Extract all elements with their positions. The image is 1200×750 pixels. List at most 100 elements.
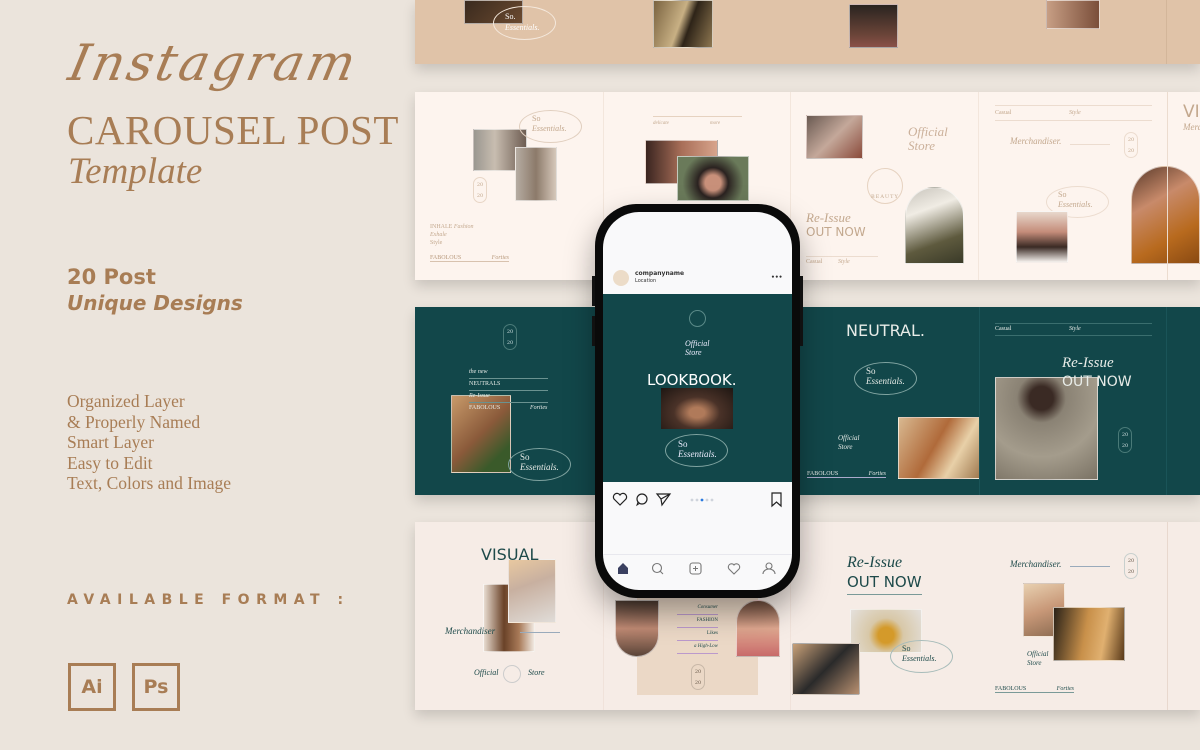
official-store: Official Store bbox=[1027, 650, 1049, 667]
beauty-logo-icon bbox=[503, 665, 521, 683]
essentials-text: Essentials. bbox=[902, 654, 937, 663]
home-icon[interactable] bbox=[618, 563, 628, 574]
out-now-text: OUT NOW bbox=[806, 225, 866, 239]
send-icon[interactable] bbox=[655, 493, 672, 507]
bookmark-icon[interactable] bbox=[771, 492, 782, 508]
feature-list: Organized Layer & Properly Named Smart L… bbox=[67, 391, 231, 494]
essentials-text: Essentials. bbox=[532, 124, 567, 133]
profile-icon[interactable] bbox=[762, 562, 776, 575]
location: Location bbox=[635, 278, 657, 284]
style-text: Style bbox=[1069, 326, 1081, 332]
casual-text: Casual bbox=[806, 259, 823, 265]
reissue-text: Re-Issue bbox=[847, 554, 903, 571]
illustrator-icon: Ai bbox=[68, 663, 116, 711]
add-icon[interactable] bbox=[689, 562, 702, 575]
unique-designs: Unique Designs bbox=[67, 291, 243, 315]
carousel-dot bbox=[690, 498, 694, 502]
essentials-text: Essentials. bbox=[520, 462, 559, 472]
merchandiser-text: Merchandiser bbox=[445, 626, 496, 636]
heart-icon[interactable] bbox=[612, 492, 628, 506]
reissue-text: Re-Issue bbox=[806, 210, 851, 225]
carousel-dot bbox=[710, 498, 714, 502]
photoshop-icon: Ps bbox=[132, 663, 180, 711]
out-now-text: OUT NOW bbox=[847, 573, 922, 595]
feature-item: Easy to Edit bbox=[67, 452, 153, 473]
carousel-dot bbox=[705, 498, 709, 502]
reissue-text: Re-Issue bbox=[469, 393, 490, 399]
so-text: So bbox=[532, 114, 541, 123]
photo bbox=[806, 115, 863, 159]
the-new-text: the new bbox=[469, 369, 488, 375]
carousel-strip-teal: 20 20 the new NEUTRALS Re-Issue FABOLOUS … bbox=[415, 307, 1200, 495]
visual-heading: VISUAL bbox=[481, 545, 539, 564]
so-text: So bbox=[1058, 190, 1067, 199]
photo bbox=[995, 377, 1098, 480]
year-badge: 20 20 bbox=[1124, 553, 1138, 579]
reissue-text: Re-Issue bbox=[1062, 355, 1114, 371]
carousel-dot-active bbox=[700, 498, 704, 502]
forties-text: Forties bbox=[530, 405, 548, 411]
merchandiser-text: Merchandiser. bbox=[1010, 559, 1062, 569]
bottom-nav bbox=[618, 562, 776, 575]
username[interactable]: companyname bbox=[635, 270, 684, 277]
so-text: So bbox=[902, 644, 911, 653]
carousel-dots bbox=[690, 498, 714, 502]
official-store: Official Store bbox=[908, 124, 948, 153]
out-now-text: OUT NOW bbox=[1062, 374, 1132, 390]
feature-item: Organized Layer bbox=[67, 391, 185, 411]
so-text: So bbox=[866, 366, 876, 376]
more-options-icon[interactable]: ••• bbox=[771, 274, 783, 281]
neutral-heading: NEUTRAL. bbox=[846, 321, 925, 340]
post-image[interactable]: Official Store LOOKBOOK. So Essentials. bbox=[603, 294, 792, 482]
phone-mockup: companyname Location ••• Official Store L… bbox=[592, 204, 803, 598]
search-icon[interactable] bbox=[651, 562, 664, 575]
carousel-strip-blush: VISUAL Merchandiser Official Store Consu… bbox=[415, 522, 1200, 710]
fabolous-text: FABOLOUS bbox=[469, 405, 501, 411]
essentials-text: Essentials. bbox=[1058, 200, 1093, 209]
official-store: Official Store bbox=[838, 434, 860, 451]
avatar[interactable] bbox=[613, 270, 629, 286]
casual-text: Casual bbox=[995, 326, 1012, 332]
style-text: Style bbox=[838, 259, 850, 265]
photo bbox=[615, 600, 659, 657]
more-text: more bbox=[710, 121, 721, 126]
lookbook-headline: LOOKBOOK. bbox=[647, 371, 737, 389]
photo bbox=[792, 643, 860, 695]
official-store: Official Store bbox=[685, 339, 710, 357]
delicate-text: delicate bbox=[653, 121, 669, 126]
photo bbox=[661, 388, 733, 429]
store-text: Store bbox=[528, 668, 545, 677]
inhale-text: INHALE Fashion Exhale Style bbox=[430, 224, 474, 246]
hero-script-title: Instagram bbox=[63, 34, 364, 92]
consumer-list: Consumer FASHION Likes a High-Low bbox=[677, 602, 718, 654]
style-text: Style bbox=[1069, 110, 1081, 116]
carousel-strip-cream: So Essentials. 20 20 INHALE Fashion Exhale… bbox=[415, 92, 1200, 280]
heart-icon[interactable] bbox=[727, 563, 741, 575]
merchandiser-partial-text: Merc bbox=[1183, 122, 1200, 132]
post-count: 20 Post bbox=[67, 265, 156, 289]
hero-title: CAROUSEL POST bbox=[67, 107, 399, 153]
comment-icon[interactable] bbox=[636, 493, 648, 507]
photo bbox=[677, 156, 749, 201]
fabolous-forties: FABOLOUS Forties bbox=[807, 471, 886, 478]
essentials-text: Essentials. bbox=[866, 376, 905, 386]
photo bbox=[653, 0, 713, 48]
post-actions bbox=[612, 492, 782, 508]
feature-item: & Properly Named bbox=[67, 411, 201, 432]
essentials-text: Essentials. bbox=[678, 449, 717, 459]
casual-text: Casual bbox=[995, 110, 1012, 116]
official-text: Official bbox=[474, 668, 499, 677]
photo bbox=[898, 417, 980, 479]
merchandiser-text: Merchandiser. bbox=[1010, 136, 1062, 146]
photo bbox=[508, 559, 556, 623]
so-text: So bbox=[520, 452, 530, 462]
year-badge: 20 20 bbox=[503, 324, 517, 350]
photo bbox=[849, 4, 898, 48]
neutrals-text: NEUTRALS bbox=[469, 381, 501, 387]
photo bbox=[1046, 0, 1100, 29]
photo bbox=[515, 147, 557, 201]
carousel-strip-tan: So. Essentials. bbox=[415, 0, 1200, 64]
fabolous-forties: FABOLOUS Forties bbox=[995, 686, 1074, 693]
so-text: So bbox=[678, 439, 688, 449]
available-format-heading: AVAILABLE FORMAT : bbox=[67, 592, 350, 608]
